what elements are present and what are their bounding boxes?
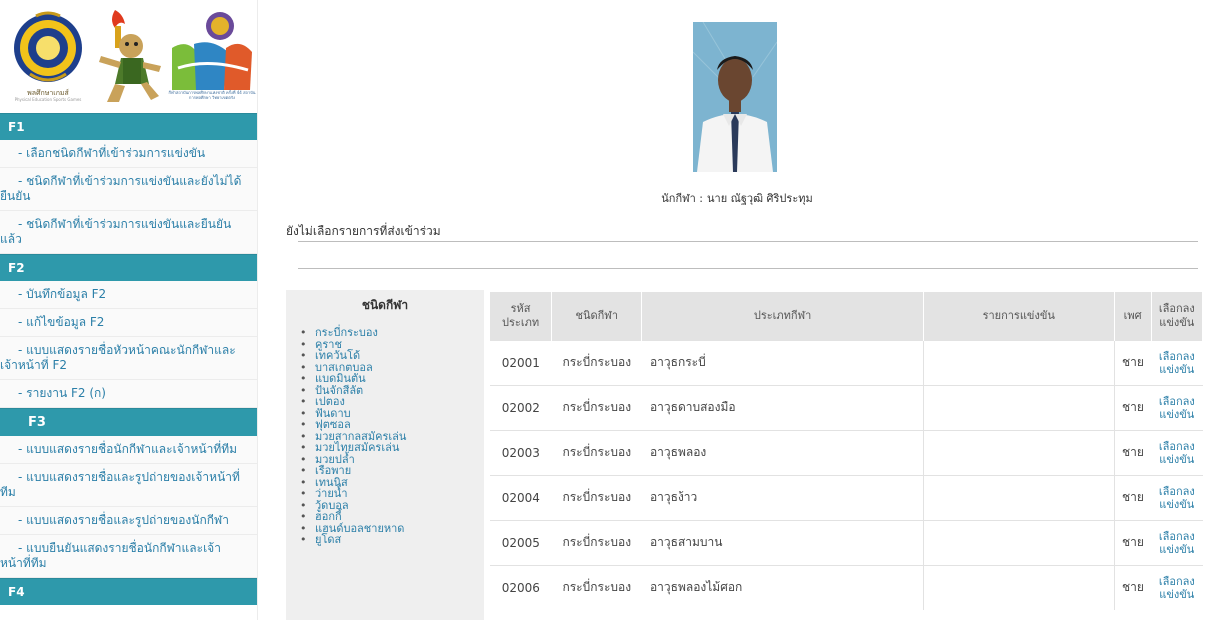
cell-type: อาวุธสามบาน: [641, 519, 924, 565]
table-row: 02002 กระบี่กระบอง อาวุธดาบสองมือ ชาย เล…: [490, 384, 1203, 430]
cell-type: อาวุธกระบี่: [641, 339, 924, 385]
cell-sex: ชาย: [1114, 519, 1152, 565]
select-to-compete-link[interactable]: เลือกลง แข่งขัน: [1155, 440, 1198, 466]
logo-caption-right: กีฬาสถาบันการพลศึกษาแห่งชาติ ครั้งที่ 44…: [168, 90, 256, 100]
cell-code: 02005: [490, 519, 552, 565]
cell-sex: ชาย: [1114, 564, 1152, 610]
header-type: ประเภทกีฬา: [641, 292, 924, 340]
menu-item-save-f2[interactable]: - บันทึกข้อมูล F2: [0, 281, 257, 309]
menu-item-athlete-photos[interactable]: - แบบแสดงรายชื่อและรูปถ่ายของนักกีฬา: [0, 507, 257, 535]
cell-sport: กระบี่กระบอง: [551, 519, 642, 565]
athlete-label: นักกีฬา :: [661, 192, 704, 205]
sidebar: พลศึกษาเกมส์ Physical Education Sports G…: [0, 0, 258, 620]
cell-event: [922, 339, 1115, 385]
menu-item-staff-photos[interactable]: - แบบแสดงรายชื่อและรูปถ่ายของเจ้าหน้าที่…: [0, 464, 257, 507]
category-item[interactable]: กระบี่กระบอง: [300, 327, 484, 339]
category-item[interactable]: ว่ายน้ำ: [300, 488, 484, 500]
section-header-f3: F3: [0, 408, 257, 436]
menu-item-select-sports[interactable]: - เลือกชนิดกีฬาที่เข้าร่วมการแข่งขัน: [0, 140, 257, 168]
category-item[interactable]: ฟุตซอล: [300, 419, 484, 431]
cell-type: อาวุธพลองไม้ศอก: [641, 564, 924, 610]
header-select: เลือกลง แข่งขัน: [1151, 292, 1204, 340]
category-item[interactable]: เทควันโด้: [300, 350, 484, 362]
cell-event: [922, 519, 1115, 565]
table-row: 02006 กระบี่กระบอง อาวุธพลองไม้ศอก ชาย เ…: [490, 564, 1203, 610]
cell-sport: กระบี่กระบอง: [551, 339, 642, 385]
cell-code: 02004: [490, 474, 552, 520]
category-item[interactable]: มวยไทยสมัครเล่น: [300, 442, 484, 454]
athlete-name-line: นักกีฬา : นาย ณัฐวุฒิ ศิริประทุม: [258, 189, 1216, 207]
cell-type: อาวุธพลอง: [641, 429, 924, 475]
table-row: 02003 กระบี่กระบอง อาวุธพลอง ชาย เลือกลง…: [490, 429, 1203, 475]
divider: [298, 241, 1198, 242]
cell-sex: ชาย: [1114, 474, 1152, 520]
category-list: กระบี่กระบอง คูราช เทควันโด้ บาสเกตบอล แ…: [286, 327, 484, 546]
cell-code: 02003: [490, 429, 552, 475]
cell-sex: ชาย: [1114, 339, 1152, 385]
select-to-compete-link[interactable]: เลือกลง แข่งขัน: [1155, 485, 1198, 511]
menu-item-leaders-list-f2[interactable]: - แบบแสดงรายชื่อหัวหน้าคณะนักกีฬาและเจ้า…: [0, 337, 257, 380]
menu-item-report-f2[interactable]: - รายงาน F2 (ก): [0, 380, 257, 408]
cell-sex: ชาย: [1114, 384, 1152, 430]
main-content: นักกีฬา : นาย ณัฐวุฒิ ศิริประทุม ยังไม่เล…: [258, 0, 1216, 620]
cell-code: 02001: [490, 339, 552, 385]
logo-banner: พลศึกษาเกมส์ Physical Education Sports G…: [0, 0, 257, 113]
menu-item-sports-confirmed[interactable]: - ชนิดกีฬาที่เข้าร่วมการแข่งขันและยืนยัน…: [0, 211, 257, 254]
select-to-compete-link[interactable]: เลือกลง แข่งขัน: [1155, 530, 1198, 556]
category-item[interactable]: เรือพาย: [300, 465, 484, 477]
athlete-name: นาย ณัฐวุฒิ ศิริประทุม: [707, 192, 813, 205]
cell-sport: กระบี่กระบอง: [551, 384, 642, 430]
table-row: 02005 กระบี่กระบอง อาวุธสามบาน ชาย เลือก…: [490, 519, 1203, 565]
header-sex: เพศ: [1114, 292, 1152, 340]
logo-subcaption: Physical Education Sports Games: [14, 97, 82, 102]
header-event: รายการแข่งขัน: [923, 292, 1115, 340]
mascot-logo: [99, 10, 161, 102]
category-item[interactable]: ฮอกกี้: [300, 511, 484, 523]
table-header-row: รหัส ประเภท ชนิดกีฬา ประเภทกีฬา รายการแข…: [490, 292, 1204, 340]
cell-event: [922, 564, 1115, 610]
cell-sport: กระบี่กระบอง: [551, 474, 642, 520]
select-to-compete-link[interactable]: เลือกลง แข่งขัน: [1155, 350, 1198, 376]
cell-event: [922, 384, 1115, 430]
select-to-compete-link[interactable]: เลือกลง แข่งขัน: [1155, 575, 1198, 601]
header-code: รหัส ประเภท: [490, 292, 553, 340]
sport-category-panel: ชนิดกีฬา กระบี่กระบอง คูราช เทควันโด้ บา…: [286, 290, 484, 620]
section-header-f4: F4: [0, 578, 257, 605]
cell-sex: ชาย: [1114, 429, 1152, 475]
category-item[interactable]: แบดมินตัน: [300, 373, 484, 385]
cell-code: 02002: [490, 384, 552, 430]
cell-code: 02006: [490, 564, 552, 610]
table-row: 02004 กระบี่กระบอง อาวุธง้าว ชาย เลือกลง…: [490, 474, 1203, 520]
section-header-f1: F1: [0, 113, 257, 140]
cell-sport: กระบี่กระบอง: [551, 429, 642, 475]
menu-item-confirm-list[interactable]: - แบบยืนยันแสดงรายชื่อนักกีฬาและเจ้าหน้า…: [0, 535, 257, 578]
cell-event: [922, 429, 1115, 475]
cell-type: อาวุธง้าว: [641, 474, 924, 520]
menu-item-edit-f2[interactable]: - แก้ไขข้อมูล F2: [0, 309, 257, 337]
not-selected-message: ยังไม่เลือกรายการที่ส่งเข้าร่วม: [286, 224, 441, 238]
athlete-photo: [693, 22, 777, 172]
category-item[interactable]: เปตอง: [300, 396, 484, 408]
menu-item-athletes-staff-list[interactable]: - แบบแสดงรายชื่อนักกีฬาและเจ้าหน้าที่ทีม: [0, 436, 257, 464]
table-row: 02001 กระบี่กระบอง อาวุธกระบี่ ชาย เลือก…: [490, 339, 1203, 385]
category-panel-title: ชนิดกีฬา: [361, 298, 409, 312]
sport-types-table: รหัส ประเภท ชนิดกีฬา ประเภทกีฬา รายการแข…: [490, 292, 1204, 610]
menu-item-sports-unconfirmed[interactable]: - ชนิดกีฬาที่เข้าร่วมการแข่งขันและยังไม่…: [0, 168, 257, 211]
cell-event: [922, 474, 1115, 520]
cell-sport: กระบี่กระบอง: [551, 564, 642, 610]
header-sport: ชนิดกีฬา: [551, 292, 643, 340]
divider: [298, 268, 1198, 269]
section-header-f2: F2: [0, 254, 257, 281]
category-item[interactable]: ยูโดส: [300, 534, 484, 546]
select-to-compete-link[interactable]: เลือกลง แข่งขัน: [1155, 395, 1198, 421]
cell-type: อาวุธดาบสองมือ: [641, 384, 924, 430]
